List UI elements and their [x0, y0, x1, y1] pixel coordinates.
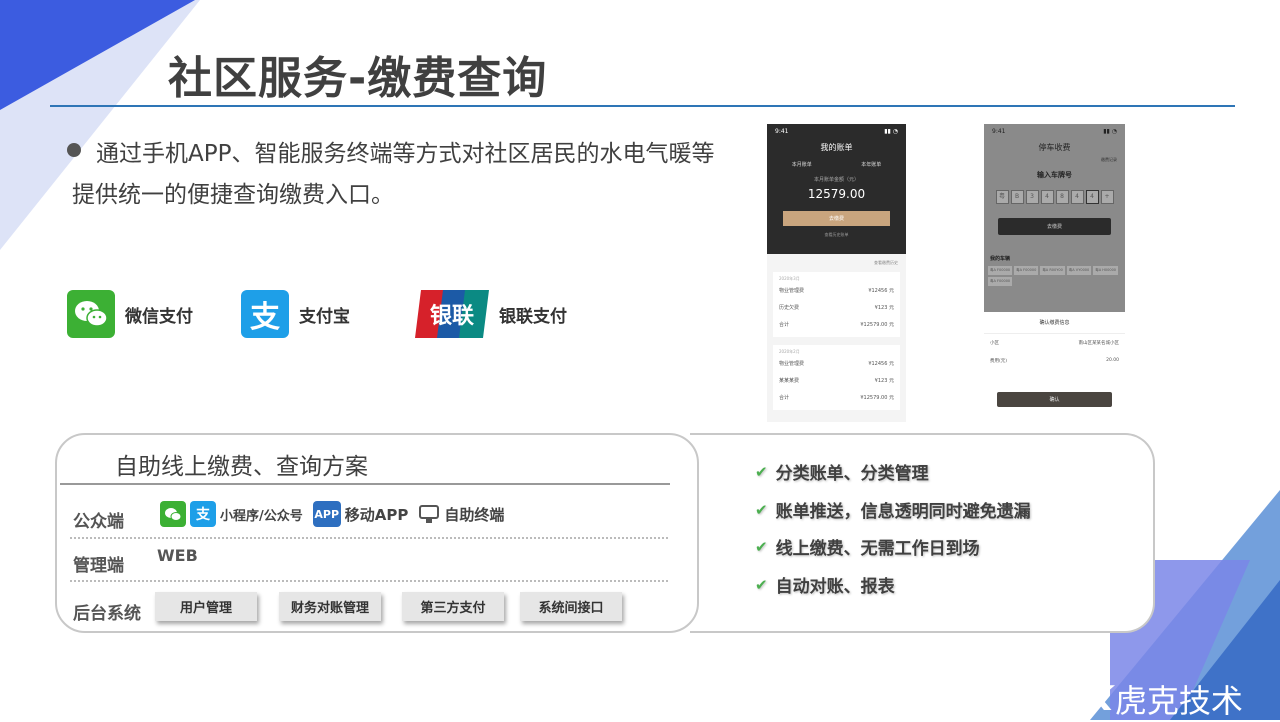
terminal-label: 自助终端	[444, 505, 505, 524]
brand-name: 虎克技术	[1114, 682, 1243, 720]
car-list: 粤A F00000 粤A F00000 粤A R00Y00 粤A VY0000 …	[984, 266, 1125, 286]
confirm-sheet: 确认缴费信息 小区 南山区某某名城小区 费用(元) 20.00 确认	[984, 312, 1125, 422]
confirm-button[interactable]: 确认	[997, 392, 1112, 407]
phone-title: 我的账单	[820, 143, 853, 152]
backend-chip-interface: 系统间接口	[520, 592, 622, 621]
history-right-link[interactable]: 查看缴费历史	[767, 254, 906, 272]
status-bar: 9:41 ▮▮ ◔	[992, 128, 1117, 135]
backend-chip-finance: 财务对账管理	[279, 592, 381, 621]
car-chip[interactable]: 粤A F00000	[988, 266, 1013, 275]
app-label: 移动APP	[344, 505, 409, 524]
title-divider	[50, 105, 1235, 107]
amount-value: 12579.00	[807, 187, 866, 201]
check-icon: ✔	[755, 575, 768, 594]
unionpay-glyph: 银联	[430, 304, 474, 329]
brand-logo: HK 虎克技术	[1060, 676, 1243, 722]
tab-year[interactable]: 本年账单	[861, 161, 881, 168]
history-link[interactable]: 查看历史账单	[767, 232, 906, 238]
check-icon: ✔	[755, 500, 768, 519]
payment-label: 银联支付	[499, 306, 567, 327]
admin-value: WEB	[157, 546, 198, 565]
alipay-icon: 支	[190, 501, 216, 527]
bill-card: 2020年2月 物业管理费 ¥12456 元 某某某费 ¥123 元 合计 ¥1257…	[773, 345, 900, 410]
terminal-icon	[419, 505, 440, 523]
payment-label: 支付宝	[299, 306, 350, 327]
payment-wechat: 微信支付	[67, 290, 193, 338]
payment-alipay: 支 支付宝	[241, 290, 350, 338]
plate-label: 输入车牌号	[1037, 171, 1072, 179]
car-chip[interactable]: 粤A F00000	[988, 277, 1013, 286]
tab-month[interactable]: 本月账单	[792, 161, 812, 168]
car-chip[interactable]: 粤A VY0000	[1066, 266, 1092, 275]
public-channels: 支 小程序/公众号 APP 移动APP 自助终端	[160, 501, 504, 527]
payment-label: 微信支付	[125, 306, 193, 327]
scheme-divider	[60, 483, 670, 485]
cars-label: 我的车辆	[990, 256, 1011, 262]
mini-program-label: 小程序/公众号	[220, 508, 303, 524]
backend-chip-user-mgmt: 用户管理	[155, 592, 257, 621]
payment-unionpay: 银联 银联支付	[415, 290, 567, 338]
amount-label: 本月账单金额（元）	[813, 177, 859, 183]
phone-title: 停车收费	[1038, 143, 1071, 152]
bill-card: 2020年3月 物业管理费 ¥12456 元 历史欠费 ¥123 元 合计 ¥1257…	[773, 272, 900, 337]
corner-decoration-top-left	[0, 0, 200, 250]
public-label: 公众端	[73, 512, 124, 532]
app-icon: APP	[312, 501, 341, 527]
alipay-icon: 支	[241, 290, 289, 338]
feature-item: ✔ 账单推送，信息透明同时避免遗漏	[755, 500, 1031, 523]
brand-mark: HK	[1060, 679, 1113, 719]
car-chip[interactable]: 粤A H00000	[1093, 266, 1119, 275]
page-title: 社区服务-缴费查询	[168, 53, 548, 104]
check-icon: ✔	[755, 462, 768, 481]
check-icon: ✔	[755, 537, 768, 556]
wechat-icon	[67, 290, 115, 338]
row-divider	[70, 537, 668, 539]
scheme-title: 自助线上缴费、查询方案	[115, 454, 368, 480]
record-link[interactable]: 缴费记录	[984, 153, 1125, 167]
car-chip[interactable]: 粤A F00000	[1014, 266, 1039, 275]
feature-item: ✔ 自动对账、报表	[755, 575, 895, 598]
bullet-text: 通过手机APP、智能服务终端等方式对社区居民的水电气暖等提供统一的便捷查询缴费入…	[72, 141, 715, 208]
feature-item: ✔ 分类账单、分类管理	[755, 462, 929, 485]
phone-screenshot-parking: 9:41 ▮▮ ◔ 停车收费 缴费记录 输入车牌号 粤 B 3 4 8 4 4 +…	[984, 124, 1125, 422]
unionpay-icon: 银联	[415, 290, 489, 338]
backend-label: 后台系统	[73, 604, 141, 624]
backend-chip-third-party-pay: 第三方支付	[402, 592, 504, 621]
admin-label: 管理端	[73, 556, 124, 576]
wechat-icon	[160, 501, 186, 527]
pay-button[interactable]: 去缴费	[783, 211, 890, 226]
status-bar: 9:41 ▮▮ ◔	[775, 128, 898, 135]
feature-item: ✔ 线上缴费、无需工作日到场	[755, 537, 980, 560]
plate-input[interactable]: 粤 B 3 4 8 4 4 +	[984, 190, 1125, 204]
pay-button[interactable]: 去缴费	[998, 218, 1111, 235]
car-chip[interactable]: 粤A R00Y00	[1040, 266, 1065, 275]
confirm-title: 确认缴费信息	[1039, 320, 1070, 326]
row-divider	[70, 580, 668, 582]
phone-screenshot-bills: 9:41 ▮▮ ◔ 我的账单 本月账单 本年账单 本月账单金额（元） 12579.…	[767, 124, 906, 422]
